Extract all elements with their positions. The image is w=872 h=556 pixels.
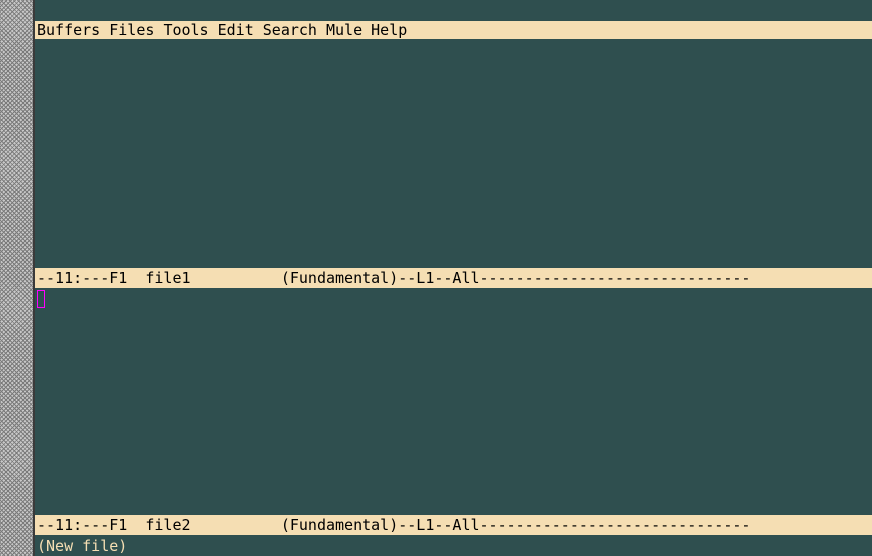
scrollbar[interactable] <box>0 0 34 556</box>
menu-mule[interactable]: Mule <box>326 21 362 39</box>
menu-bar: Buffers Files Tools Edit Search Mule Hel… <box>35 21 872 39</box>
window-file2[interactable] <box>35 288 872 515</box>
text-cursor <box>37 290 45 308</box>
mode-line-file1[interactable]: --11:---F1 file1 (Fundamental)--L1--All-… <box>35 268 872 288</box>
menu-buffers[interactable]: Buffers <box>37 21 100 39</box>
menu-search[interactable]: Search <box>263 21 317 39</box>
emacs-frame: Buffers Files Tools Edit Search Mule Hel… <box>0 0 872 556</box>
menu-files[interactable]: Files <box>109 21 154 39</box>
menu-tools[interactable]: Tools <box>163 21 208 39</box>
menu-help[interactable]: Help <box>371 21 407 39</box>
editor-area: Buffers Files Tools Edit Search Mule Hel… <box>35 0 872 556</box>
window-file1[interactable] <box>35 39 872 266</box>
mode-line-file2[interactable]: --11:---F1 file2 (Fundamental)--L1--All-… <box>35 515 872 535</box>
minibuffer[interactable]: (New file) <box>35 537 872 556</box>
menu-edit[interactable]: Edit <box>218 21 254 39</box>
